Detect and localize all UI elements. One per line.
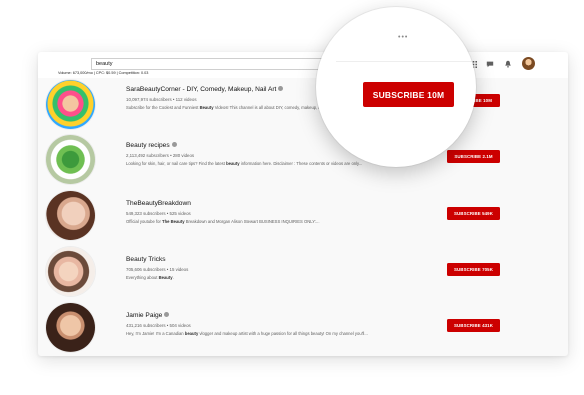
channel-avatar[interactable] (46, 135, 95, 184)
channel-meta: 705,606 subscribers • 15 videos (126, 267, 189, 272)
channel-avatar[interactable] (46, 303, 95, 352)
channel-name[interactable]: SaraBeautyCorner - DIY, Comedy, Makeup, … (126, 86, 284, 93)
channel-row: SaraBeautyCorner - DIY, Comedy, Makeup, … (38, 77, 568, 133)
subscribe-button[interactable]: SUBSCRIBE 549K (447, 207, 500, 220)
verified-icon (164, 312, 170, 317)
verified-icon (278, 86, 284, 91)
channel-avatar[interactable] (46, 80, 95, 129)
channel-meta: 10,097,974 subscribers • 112 videos (126, 97, 197, 102)
search-input[interactable]: beauty (91, 58, 342, 70)
channel-avatar[interactable] (46, 247, 95, 296)
divider (336, 61, 476, 62)
youtube-window: beauty Volume: 673,000/mo | CPC: $0.59 |… (38, 52, 568, 356)
subscribe-button[interactable]: SUBSCRIBE 705K (447, 263, 500, 276)
channel-meta: 549,323 subscribers • 525 videos (126, 211, 191, 216)
user-avatar[interactable] (522, 57, 535, 70)
channel-avatar[interactable] (46, 191, 95, 240)
channel-row: Beauty Tricks 705,606 subscribers • 15 v… (38, 245, 568, 301)
channel-description: Hey, I'm Jamie! I'm a Canadian beauty vl… (126, 331, 368, 336)
channel-row: Beauty recipes 2,113,492 subscribers • 2… (38, 133, 568, 189)
channel-row: Jamie Paige 431,216 subscribers • 504 vi… (38, 301, 568, 356)
channel-description: Everything about Beauty. (126, 275, 174, 280)
channel-description: Subscribe for the Coolest and Funniest B… (126, 105, 344, 110)
channel-name[interactable]: Jamie Paige (126, 312, 170, 319)
more-dots: ••• (398, 34, 409, 41)
channel-description: Looking for skin, hair, or nail care tip… (126, 161, 363, 166)
channel-name[interactable]: Beauty recipes (126, 142, 177, 149)
subscribe-button[interactable]: SUBSCRIBE 431K (447, 319, 500, 332)
magnified-subscribe-button[interactable]: SUBSCRIBE 10M (363, 82, 454, 107)
top-bar: beauty Volume: 673,000/mo | CPC: $0.59 |… (38, 52, 568, 78)
bell-icon[interactable] (503, 59, 513, 69)
verified-icon (171, 142, 177, 147)
keyword-stats: Volume: 673,000/mo | CPC: $0.59 | Compet… (58, 71, 149, 75)
channel-name[interactable]: TheBeautyBreakdown (126, 200, 191, 207)
subscribe-button[interactable]: SUBSCRIBE 2.1M (447, 150, 500, 163)
magnifier-lens: ••• SUBSCRIBE 10M (316, 7, 476, 167)
channel-meta: 2,113,492 subscribers • 280 videos (126, 153, 195, 158)
channel-row: TheBeautyBreakdown 549,323 subscribers •… (38, 189, 568, 245)
channel-description: Official youtube for The Beauty Breakdow… (126, 219, 320, 224)
channel-meta: 431,216 subscribers • 504 videos (126, 323, 191, 328)
messages-icon[interactable] (485, 59, 495, 69)
channel-name[interactable]: Beauty Tricks (126, 256, 166, 263)
